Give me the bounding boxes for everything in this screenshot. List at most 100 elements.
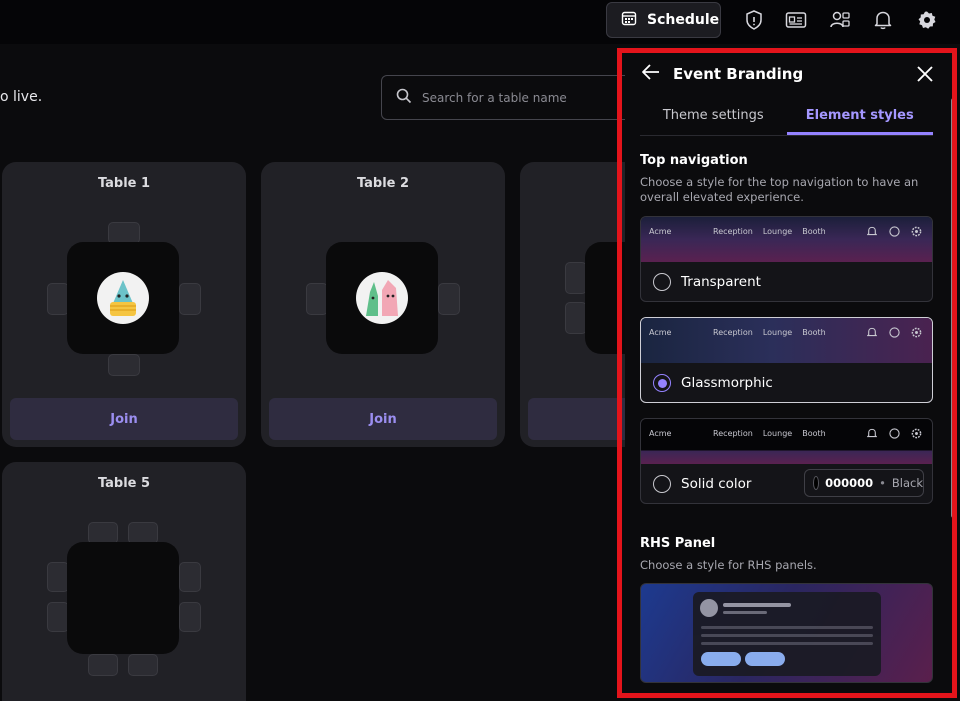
table-card: Table 2 Join — [261, 162, 505, 447]
search-input[interactable] — [422, 90, 612, 105]
seat[interactable] — [47, 283, 69, 315]
seat[interactable] — [128, 654, 158, 676]
table-name: Table 5 — [97, 476, 151, 491]
color-name: Black — [891, 476, 923, 490]
table-surface — [67, 542, 179, 654]
preview-link: Reception — [713, 328, 753, 337]
table-card: Table 5 — [2, 462, 246, 701]
tab-element-styles[interactable]: Element styles — [786, 102, 933, 135]
preview-link: Lounge — [762, 328, 793, 337]
preview-brand: Acme — [649, 328, 672, 337]
table-card: Table 1 Join — [2, 162, 246, 447]
top-bar: Schedule — [0, 0, 960, 44]
join-button[interactable]: Join — [269, 398, 497, 440]
seat[interactable] — [47, 562, 69, 592]
nav-style-transparent[interactable]: Acme Reception Lounge Booth Transparent — [640, 216, 933, 302]
seat[interactable] — [179, 602, 201, 632]
panel-header: Event Branding — [641, 62, 941, 86]
people-icon[interactable] — [829, 9, 851, 31]
avatar[interactable] — [97, 272, 149, 324]
preview-link: Reception — [713, 227, 753, 236]
shield-icon[interactable] — [743, 9, 765, 31]
table-surface — [326, 242, 438, 354]
option-row[interactable]: Glassmorphic — [641, 363, 932, 402]
event-branding-panel: Event Branding Theme settings Element st… — [625, 52, 947, 692]
gear-icon — [909, 224, 923, 238]
top-navigation-title: Top navigation — [640, 153, 748, 168]
table-name: Table 2 — [356, 176, 410, 191]
radio-transparent[interactable] — [653, 273, 671, 291]
chat-icon — [887, 325, 901, 339]
color-hex: 000000 — [825, 476, 874, 490]
gear-icon — [909, 325, 923, 339]
option-row[interactable]: Transparent — [641, 262, 932, 301]
table-search[interactable] — [381, 75, 641, 120]
gear-icon — [909, 426, 923, 440]
avatar[interactable] — [356, 272, 408, 324]
option-label: Transparent — [681, 274, 761, 290]
seat[interactable] — [108, 222, 140, 244]
nav-preview: Acme Reception Lounge Booth — [641, 419, 932, 464]
preview-link: Booth — [802, 227, 826, 236]
seat[interactable] — [438, 283, 460, 315]
bell-icon — [865, 426, 879, 440]
seat[interactable] — [88, 522, 118, 544]
table-surface — [67, 242, 179, 354]
seat[interactable] — [179, 283, 201, 315]
tab-theme-settings[interactable]: Theme settings — [640, 102, 787, 135]
preview-link: Booth — [802, 328, 826, 337]
preview-link: Booth — [802, 429, 826, 438]
nav-style-glassmorphic[interactable]: Acme Reception Lounge Booth Glassmorphic — [640, 317, 933, 403]
calendar-icon — [621, 10, 637, 30]
seat[interactable] — [128, 522, 158, 544]
radio-glassmorphic[interactable] — [653, 374, 671, 392]
preview-link: Lounge — [762, 227, 793, 236]
nav-preview: Acme Reception Lounge Booth — [641, 318, 932, 363]
seat[interactable] — [565, 262, 587, 294]
panel-title: Event Branding — [673, 65, 804, 83]
preview-brand: Acme — [649, 227, 672, 236]
chat-icon — [887, 224, 901, 238]
option-label: Glassmorphic — [681, 375, 773, 391]
panel-scrollbar[interactable] — [951, 98, 956, 518]
option-label: Solid color — [681, 476, 752, 492]
seat[interactable] — [565, 302, 587, 334]
table-name: Table 1 — [97, 176, 151, 191]
seat[interactable] — [306, 283, 328, 315]
color-separator: • — [879, 476, 886, 490]
seat[interactable] — [47, 602, 69, 632]
panel-tabs: Theme settings Element styles — [640, 102, 933, 136]
join-button[interactable]: Join — [10, 398, 238, 440]
back-arrow-icon[interactable] — [641, 62, 661, 86]
chat-icon — [887, 426, 901, 440]
top-navigation-description: Choose a style for the top navigation to… — [640, 175, 919, 204]
nav-style-solid-color[interactable]: Acme Reception Lounge Booth Solid color … — [640, 418, 933, 504]
bell-icon — [865, 224, 879, 238]
schedule-label: Schedule — [647, 12, 720, 28]
gear-icon[interactable] — [916, 9, 938, 31]
preview-link: Lounge — [762, 429, 793, 438]
bell-icon[interactable] — [872, 9, 894, 31]
tagline-text: o live. — [0, 89, 43, 105]
close-icon[interactable] — [913, 62, 937, 86]
seat[interactable] — [108, 354, 140, 376]
preview-links: Reception Lounge Booth — [713, 227, 826, 236]
preview-links: Reception Lounge Booth — [713, 328, 826, 337]
seat[interactable] — [179, 562, 201, 592]
rhs-panel-title: RHS Panel — [640, 536, 716, 551]
rhs-style-preview[interactable] — [640, 583, 933, 683]
id-card-icon[interactable] — [785, 9, 807, 31]
search-icon — [396, 88, 412, 108]
radio-solid-color[interactable] — [653, 475, 671, 493]
rhs-preview-card — [693, 592, 881, 676]
color-swatch[interactable] — [813, 476, 820, 490]
preview-links: Reception Lounge Booth — [713, 429, 826, 438]
color-picker[interactable]: 000000 • Black — [804, 469, 924, 497]
nav-preview: Acme Reception Lounge Booth — [641, 217, 932, 262]
bell-icon — [865, 325, 879, 339]
seat[interactable] — [88, 654, 118, 676]
preview-brand: Acme — [649, 429, 672, 438]
schedule-button[interactable]: Schedule — [606, 2, 721, 38]
preview-link: Reception — [713, 429, 753, 438]
rhs-panel-description: Choose a style for RHS panels. — [640, 558, 817, 572]
